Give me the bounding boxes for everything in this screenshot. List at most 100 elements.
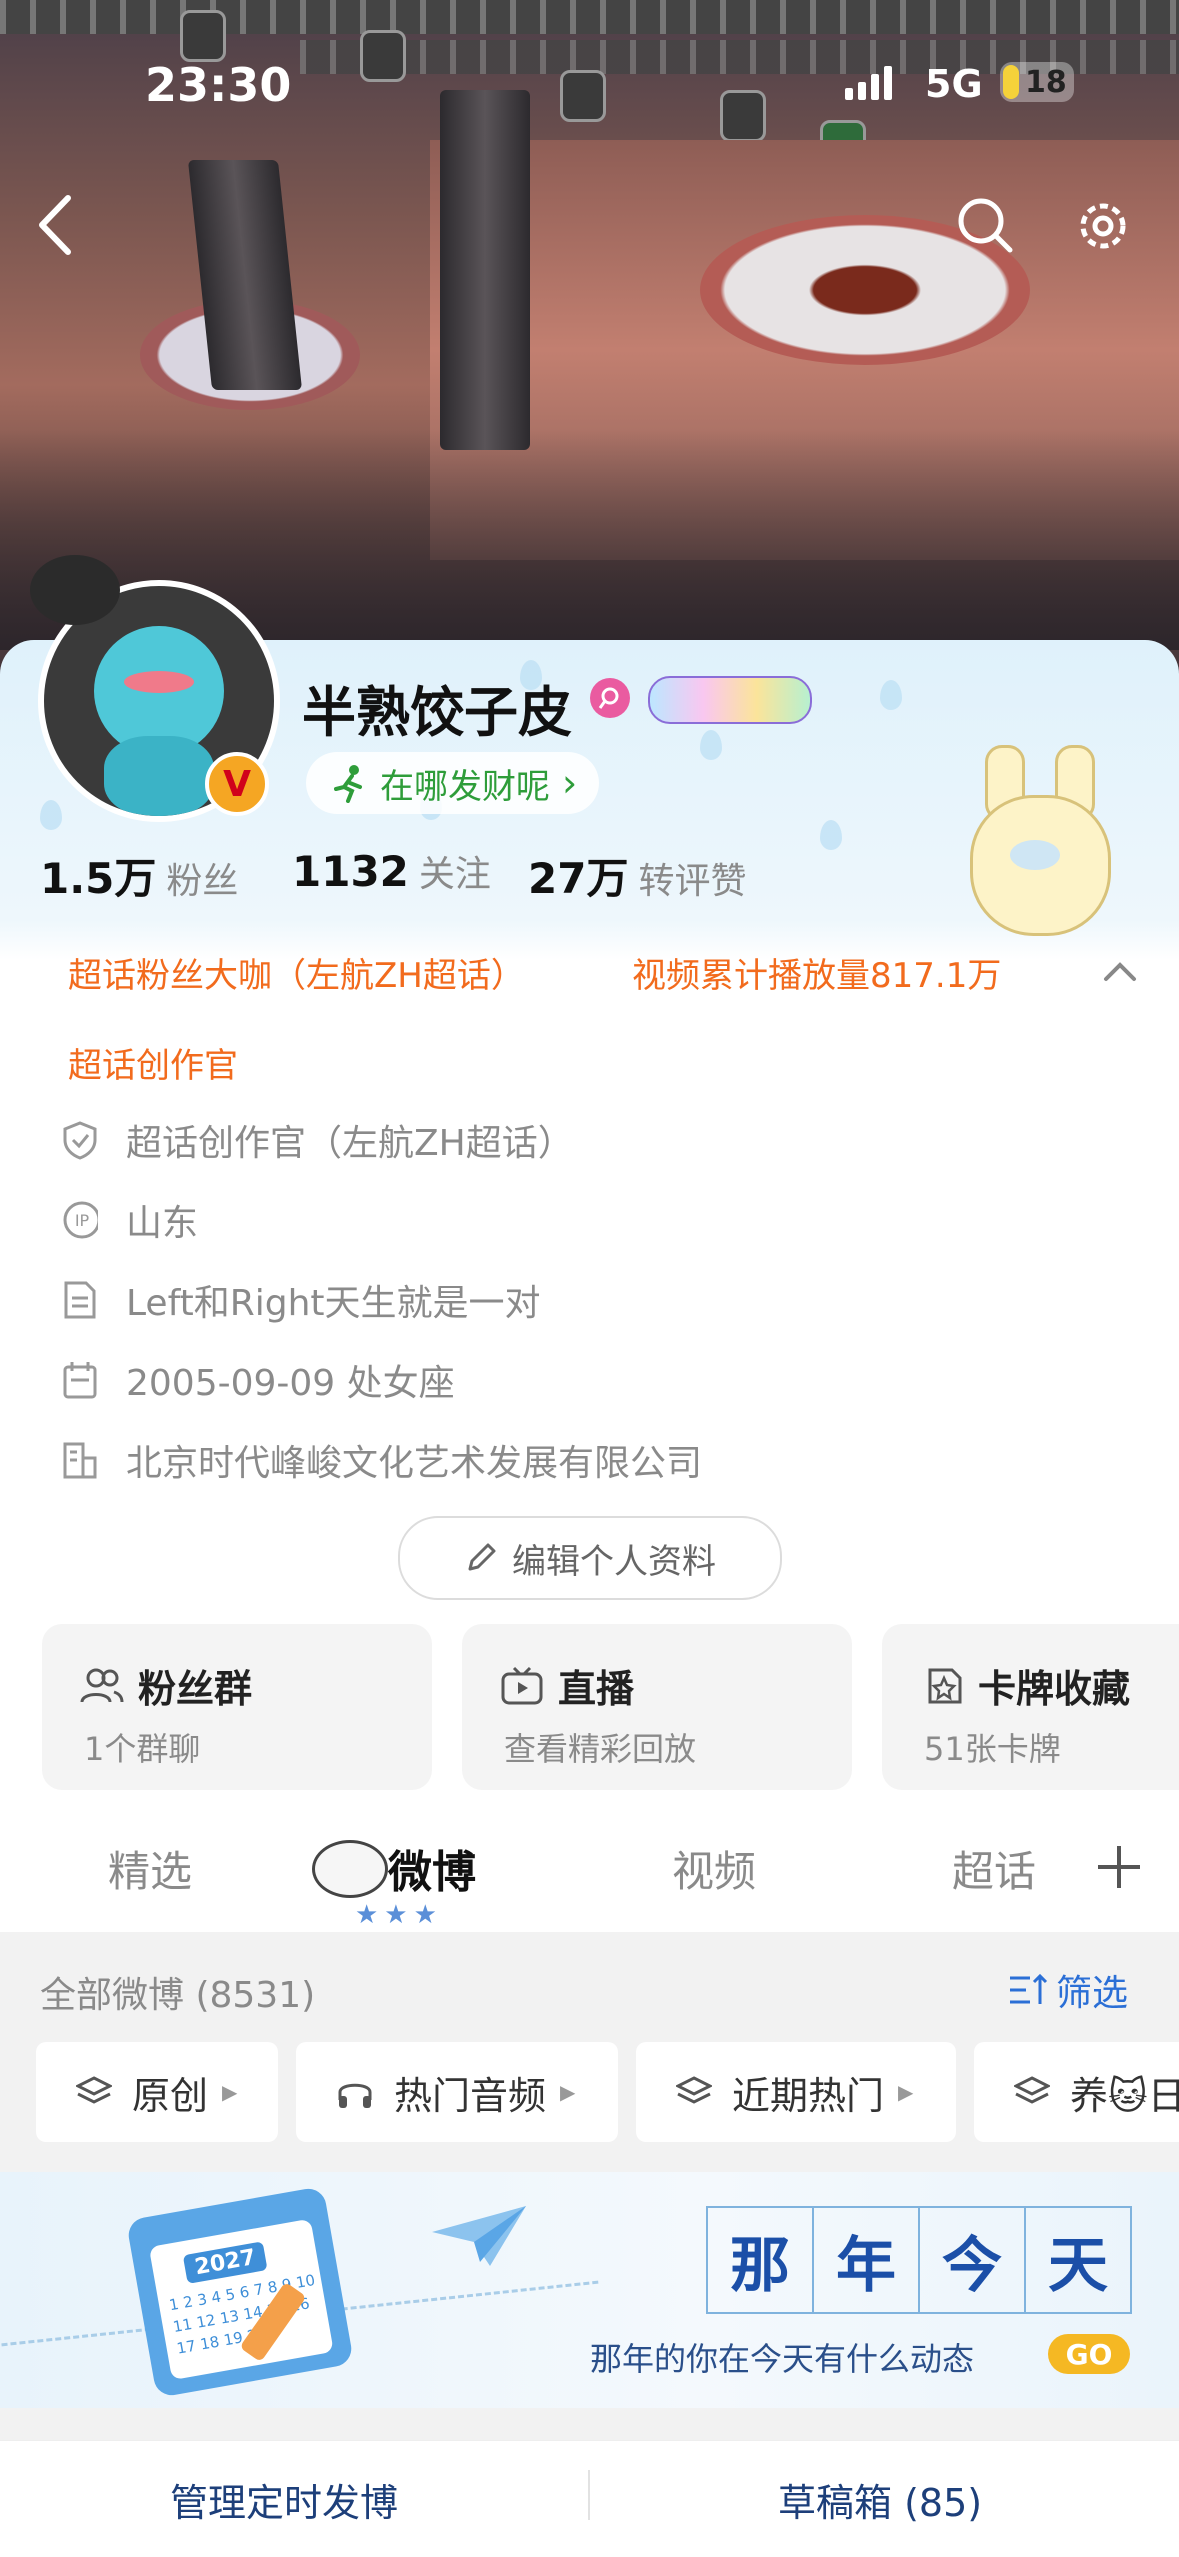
network-label: 5G bbox=[925, 62, 983, 106]
stat-label: 转评赞 bbox=[638, 861, 747, 902]
tile-subtitle: 查看精彩回放 bbox=[504, 1730, 697, 1768]
search-icon[interactable] bbox=[955, 195, 1015, 255]
status-pill[interactable]: 在哪发财呢 › bbox=[306, 752, 600, 814]
add-tab-icon[interactable] bbox=[1094, 1842, 1144, 1892]
chip-caret-icon: ▶ bbox=[898, 2080, 914, 2104]
stage-light bbox=[360, 30, 406, 82]
filter-label: 筛选 bbox=[1056, 1973, 1129, 2014]
stat-followers[interactable]: 1.5万 粉丝 bbox=[40, 845, 238, 906]
tile-live[interactable]: 直播 查看精彩回放 bbox=[462, 1624, 852, 1790]
chip-label: 近期热门 bbox=[732, 2073, 885, 2118]
tile-card-collection[interactable]: 卡牌收藏 51张卡牌 bbox=[882, 1624, 1179, 1790]
title-char: 今 bbox=[920, 2206, 1026, 2314]
stat-label: 粉丝 bbox=[166, 861, 239, 902]
stat-engagement[interactable]: 27万 转评赞 bbox=[528, 845, 746, 906]
manage-scheduled-posts-button[interactable]: 管理定时发博 bbox=[170, 2472, 398, 2527]
signal-icon bbox=[845, 66, 892, 100]
speaker-array bbox=[440, 90, 530, 450]
chip-label: 原创 bbox=[132, 2073, 209, 2118]
tab-supertopic[interactable]: 超话 bbox=[952, 1838, 1036, 1899]
tab-active-stars-indicator: ★★★ bbox=[355, 1900, 443, 1930]
detail-row: 2005-09-09 处女座 bbox=[62, 1350, 455, 1410]
stage-light bbox=[180, 10, 226, 62]
battery-icon: 18 bbox=[1000, 62, 1074, 102]
tile-title: 卡牌收藏 bbox=[978, 1667, 1131, 1711]
rain-drop-decoration bbox=[40, 800, 62, 830]
chip-caret-icon: ▶ bbox=[560, 2080, 576, 2104]
back-chevron-icon[interactable] bbox=[30, 190, 80, 260]
tv-icon bbox=[501, 1666, 543, 1704]
stage-light bbox=[560, 70, 606, 122]
battery-level: 18 bbox=[1025, 64, 1067, 100]
edit-profile-label: 编辑个人资料 bbox=[512, 1541, 716, 1582]
detail-text: 北京时代峰峻文化艺术发展有限公司 bbox=[126, 1443, 703, 1484]
drafts-button[interactable]: 草稿箱 (85) bbox=[778, 2472, 982, 2527]
stage-light bbox=[720, 90, 766, 142]
chip-original[interactable]: 原创 ▶ bbox=[36, 2042, 278, 2142]
detail-row: Left和Right天生就是一对 bbox=[62, 1270, 541, 1330]
svg-text:IP: IP bbox=[75, 1211, 90, 1230]
on-this-day-banner[interactable]: 2027 1 2 3 4 5 6 7 8 9 10 11 12 13 14 15… bbox=[0, 2172, 1179, 2408]
layers-icon bbox=[1014, 2076, 1050, 2104]
profile-name: 半熟饺子皮 bbox=[302, 681, 572, 744]
status-text: 在哪发财呢 bbox=[380, 766, 550, 807]
status-arrow-icon: › bbox=[562, 761, 578, 805]
avatar-frame-character bbox=[30, 555, 120, 625]
stat-label: 关注 bbox=[418, 854, 491, 895]
layers-icon bbox=[676, 2076, 712, 2104]
tile-subtitle: 1个群聊 bbox=[84, 1730, 201, 1768]
stat-value: 27万 bbox=[528, 854, 629, 903]
on-this-day-subtitle: 那年的你在今天有什么动态 bbox=[590, 2340, 975, 2378]
feed-count: 全部微博 (8531) bbox=[40, 1975, 316, 2016]
verified-badge: V bbox=[205, 752, 269, 816]
ip-icon: IP bbox=[62, 1200, 98, 1240]
title-char: 天 bbox=[1026, 2206, 1132, 2314]
status-time: 23:30 bbox=[145, 58, 292, 112]
tab-featured[interactable]: 精选 bbox=[108, 1838, 192, 1899]
pig-mascot-icon bbox=[312, 1840, 388, 1898]
chip-label: 养🐱日 bbox=[1070, 2073, 1179, 2118]
detail-row: 超话创作官（左航ZH超话） bbox=[62, 1110, 574, 1170]
tab-video[interactable]: 视频 bbox=[672, 1838, 756, 1899]
edit-profile-button[interactable]: 编辑个人资料 bbox=[398, 1516, 782, 1600]
chip-recent-hot[interactable]: 近期热门 ▶ bbox=[636, 2042, 956, 2142]
filter-icon bbox=[1010, 1973, 1048, 2004]
people-icon bbox=[80, 1668, 124, 1702]
rain-drop-decoration bbox=[880, 680, 902, 710]
tile-title: 直播 bbox=[558, 1667, 635, 1711]
card-star-icon bbox=[928, 1668, 962, 1703]
honor-video-views[interactable]: 视频累计播放量817.1万 bbox=[632, 948, 1001, 997]
chip-cat-diary[interactable]: 养🐱日 bbox=[974, 2042, 1179, 2142]
chip-hot-audio[interactable]: 热门音频 ▶ bbox=[296, 2042, 618, 2142]
on-this-day-title: 那 年 今 天 bbox=[706, 2206, 1132, 2314]
bottom-divider bbox=[588, 2470, 590, 2520]
stat-following[interactable]: 1132 关注 bbox=[292, 845, 491, 897]
gear-icon[interactable] bbox=[1075, 198, 1131, 254]
title-char: 年 bbox=[814, 2206, 920, 2314]
go-button[interactable]: GO bbox=[1048, 2334, 1130, 2374]
tile-fan-group[interactable]: 粉丝群 1个群聊 bbox=[42, 1624, 432, 1790]
female-gender-icon bbox=[590, 678, 630, 718]
headphones-icon bbox=[338, 2083, 372, 2108]
building-icon bbox=[62, 1440, 98, 1480]
filter-button[interactable]: 筛选 bbox=[1008, 1964, 1128, 2016]
honor-superfan[interactable]: 超话粉丝大咖（左航ZH超话） bbox=[68, 948, 525, 997]
member-level-badge[interactable] bbox=[648, 676, 812, 724]
title-char: 那 bbox=[706, 2206, 814, 2314]
detail-text: 超话创作官（左航ZH超话） bbox=[126, 1123, 574, 1164]
collapse-chevron-icon[interactable] bbox=[1100, 955, 1140, 985]
detail-row: IP 山东 bbox=[62, 1190, 198, 1250]
stat-value: 1.5万 bbox=[40, 854, 157, 903]
stage-truss bbox=[0, 0, 1179, 34]
tab-weibo[interactable]: 微博 bbox=[388, 1836, 476, 1900]
stat-value: 1132 bbox=[292, 847, 409, 896]
document-icon bbox=[62, 1280, 98, 1320]
tile-subtitle: 51张卡牌 bbox=[924, 1730, 1061, 1768]
rain-drop-decoration bbox=[700, 730, 722, 760]
tile-title: 粉丝群 bbox=[138, 1667, 253, 1711]
bunny-raincoat-decoration bbox=[965, 745, 1115, 936]
honor-creator[interactable]: 超话创作官 bbox=[68, 1038, 238, 1087]
detail-row: 北京时代峰峻文化艺术发展有限公司 bbox=[62, 1430, 702, 1490]
calendar-icon bbox=[62, 1360, 98, 1400]
detail-text: 山东 bbox=[126, 1203, 199, 1244]
